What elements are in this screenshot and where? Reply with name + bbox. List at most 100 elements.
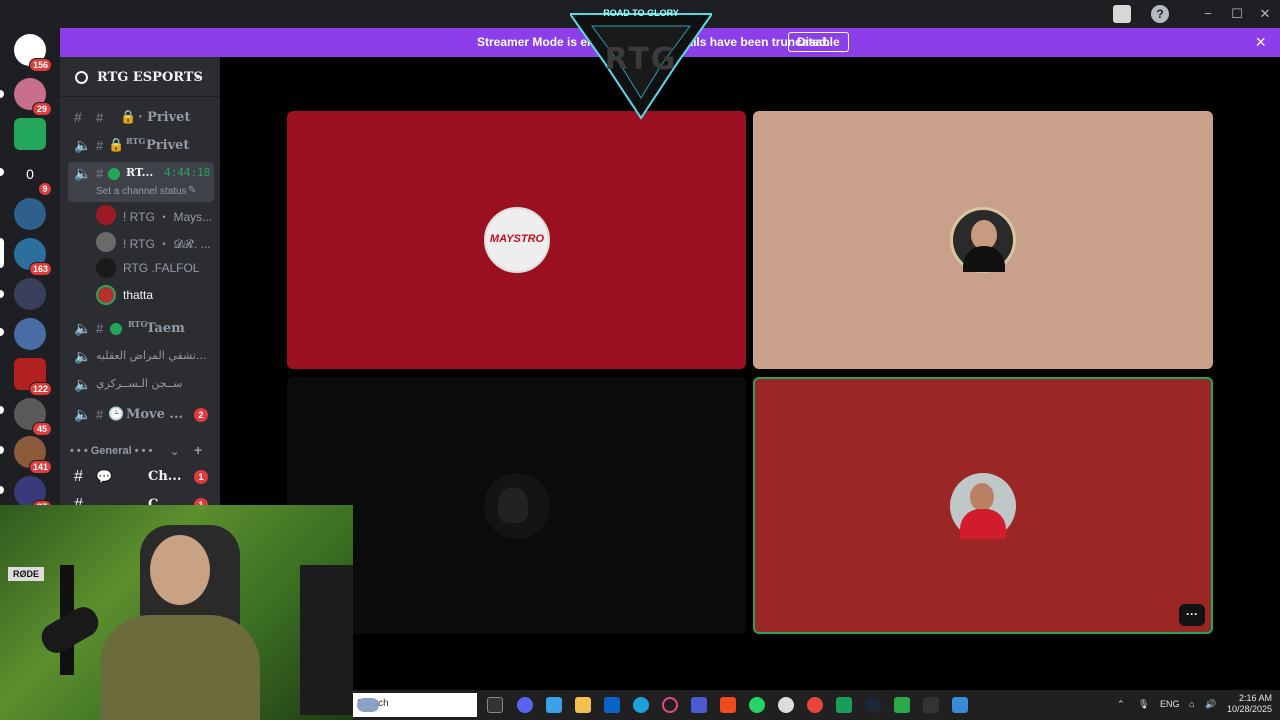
channel-label: · Privet bbox=[138, 110, 191, 125]
active-voice-channel[interactable]: 🔈 # RT... 4:44:18 Set a channel status ✎ bbox=[68, 162, 214, 202]
more-options-icon[interactable]: ··· bbox=[1179, 604, 1205, 626]
avatar-text: MAYSTRO bbox=[489, 233, 545, 245]
server-icon[interactable]: 141 bbox=[14, 436, 52, 474]
server-badge: 29 bbox=[32, 102, 52, 116]
store-icon[interactable] bbox=[604, 697, 620, 713]
inbox-icon[interactable] bbox=[1113, 5, 1131, 23]
channel-label: Privet bbox=[146, 138, 190, 153]
taskbar-search[interactable]: Search bbox=[353, 693, 477, 717]
maximize-icon[interactable]: ☐ bbox=[1227, 4, 1247, 24]
voice-channel-icon: 🔈 bbox=[74, 165, 92, 181]
unread-pill bbox=[0, 290, 4, 298]
participant-avatar bbox=[484, 473, 550, 539]
text-channel-icon: # bbox=[74, 468, 83, 485]
app-icon[interactable] bbox=[836, 697, 852, 713]
steam-icon[interactable] bbox=[865, 697, 881, 713]
microphone-icon[interactable]: 🎙 bbox=[1138, 699, 1149, 710]
pencil-icon[interactable]: ✎ bbox=[188, 185, 196, 196]
clock-time: 2:16 AM bbox=[1238, 693, 1272, 703]
category-general[interactable]: • • • General • • • ⌄ + bbox=[70, 442, 220, 461]
voice-member[interactable]: ! RTG ・ Mays... bbox=[96, 203, 216, 227]
copilot-icon[interactable] bbox=[546, 697, 562, 713]
participant-tile[interactable] bbox=[287, 377, 746, 634]
server-icon[interactable] bbox=[14, 318, 46, 350]
server-icon[interactable] bbox=[14, 118, 46, 150]
server-badge: 9 bbox=[38, 182, 52, 196]
rode-mic-label: RØDE bbox=[8, 567, 44, 581]
window-close-icon[interactable]: ✕ bbox=[1255, 4, 1275, 24]
member-name: ! RTG ・ 𝓓𝓡. ... bbox=[123, 237, 211, 251]
hash-icon: # bbox=[96, 110, 104, 125]
help-icon[interactable]: ? bbox=[1151, 5, 1169, 23]
channel-item[interactable]: 🔈 # 🔒 RTG Privet bbox=[68, 134, 214, 158]
home-button[interactable]: 156 bbox=[14, 34, 52, 72]
task-view-icon[interactable] bbox=[487, 697, 503, 713]
terminal-icon[interactable] bbox=[923, 697, 939, 713]
channel-status[interactable]: Set a channel status bbox=[96, 186, 187, 197]
server-header[interactable]: RTG ESPORTS ⌄ bbox=[60, 57, 220, 97]
voice-channel-icon: 🔈 bbox=[74, 376, 92, 392]
channel-label: RT... bbox=[126, 166, 154, 179]
network-icon[interactable]: ⌂ bbox=[1189, 699, 1194, 709]
opera-icon[interactable] bbox=[662, 697, 678, 713]
webcam-overlay: RØDE bbox=[0, 505, 353, 720]
file-explorer-icon[interactable] bbox=[575, 697, 591, 713]
language-indicator[interactable]: ENG bbox=[1160, 699, 1180, 709]
server-icon[interactable]: 09 bbox=[14, 158, 52, 196]
server-icon[interactable] bbox=[14, 278, 46, 310]
server-icon[interactable] bbox=[14, 198, 46, 230]
voice-member[interactable]: RTG .FALFOL bbox=[96, 256, 216, 280]
voice-member[interactable]: ! RTG ・ 𝓓𝓡. ... bbox=[96, 230, 216, 254]
channel-item[interactable]: 🔈 # 🕒 Move ... 2 bbox=[68, 403, 214, 427]
logo-text: RTG bbox=[604, 42, 678, 77]
channel-label: Ch... bbox=[148, 469, 182, 484]
disable-streamer-mode-button[interactable]: Disable bbox=[788, 32, 849, 52]
server-icon[interactable]: 122 bbox=[14, 358, 52, 396]
app-icon[interactable] bbox=[691, 697, 707, 713]
text-channel-icon: # bbox=[74, 109, 82, 125]
channel-item[interactable]: 🔈 # RTG Taem bbox=[68, 317, 214, 341]
minimize-icon[interactable]: − bbox=[1198, 4, 1218, 24]
channel-item[interactable]: # # 🔒 · Privet bbox=[68, 106, 214, 130]
voice-member[interactable]: thatta bbox=[96, 283, 216, 307]
server-icon[interactable]: 29 bbox=[14, 78, 52, 116]
participant-avatar bbox=[950, 473, 1016, 539]
unread-pill bbox=[0, 486, 4, 494]
channel-item[interactable]: 🔈 ســجن الـســركزي bbox=[68, 373, 214, 397]
logo-subtitle: ROAD TO GLORY bbox=[603, 8, 679, 18]
app-icon[interactable] bbox=[952, 697, 968, 713]
clock-icon: 🕒 bbox=[108, 407, 125, 422]
status-dot bbox=[110, 323, 122, 335]
brave-icon[interactable] bbox=[720, 697, 736, 713]
server-badge: 141 bbox=[28, 460, 52, 474]
participant-tile[interactable]: MAYSTRO bbox=[287, 111, 746, 369]
volume-icon[interactable]: 🔊 bbox=[1205, 699, 1216, 710]
app-icon[interactable] bbox=[778, 697, 794, 713]
member-name: thatta bbox=[123, 288, 154, 302]
server-badge: 163 bbox=[28, 262, 52, 276]
hash-icon: # bbox=[96, 166, 104, 181]
mention-badge: 2 bbox=[194, 408, 208, 422]
edge-icon[interactable] bbox=[633, 697, 649, 713]
add-channel-icon[interactable]: + bbox=[194, 442, 202, 458]
chrome-icon[interactable] bbox=[807, 697, 823, 713]
participant-tile-speaking[interactable]: ··· bbox=[753, 377, 1213, 634]
chat-bubble-icon: 💬 bbox=[96, 469, 113, 484]
member-name: ! RTG ・ Mays... bbox=[123, 210, 213, 224]
discord-taskbar-icon[interactable] bbox=[517, 697, 533, 713]
close-banner-icon[interactable]: × bbox=[1255, 32, 1266, 52]
call-timer: 4:44:18 bbox=[164, 166, 211, 179]
participant-tile[interactable] bbox=[753, 111, 1213, 369]
server-name: RTG ESPORTS bbox=[97, 70, 203, 85]
server-icon[interactable]: 87 bbox=[14, 476, 52, 514]
app-icon[interactable] bbox=[894, 697, 910, 713]
taskbar-clock[interactable]: 2:16 AM 10/28/2025 bbox=[1227, 693, 1272, 715]
mention-badge: 1 bbox=[194, 470, 208, 484]
channel-item[interactable]: 🔈 تشفي المراض العقليه... bbox=[68, 345, 214, 369]
server-icon[interactable]: 45 bbox=[14, 398, 52, 436]
server-icon-rtg-esports[interactable]: 163 bbox=[14, 238, 52, 276]
whatsapp-icon[interactable] bbox=[749, 697, 765, 713]
tray-chevron-icon[interactable]: ⌃ bbox=[1117, 699, 1125, 710]
server-rail: 156 29 09 163 122 45 141 87 bbox=[0, 28, 60, 514]
channel-item[interactable]: # 💬 Ch... 1 bbox=[68, 465, 214, 489]
